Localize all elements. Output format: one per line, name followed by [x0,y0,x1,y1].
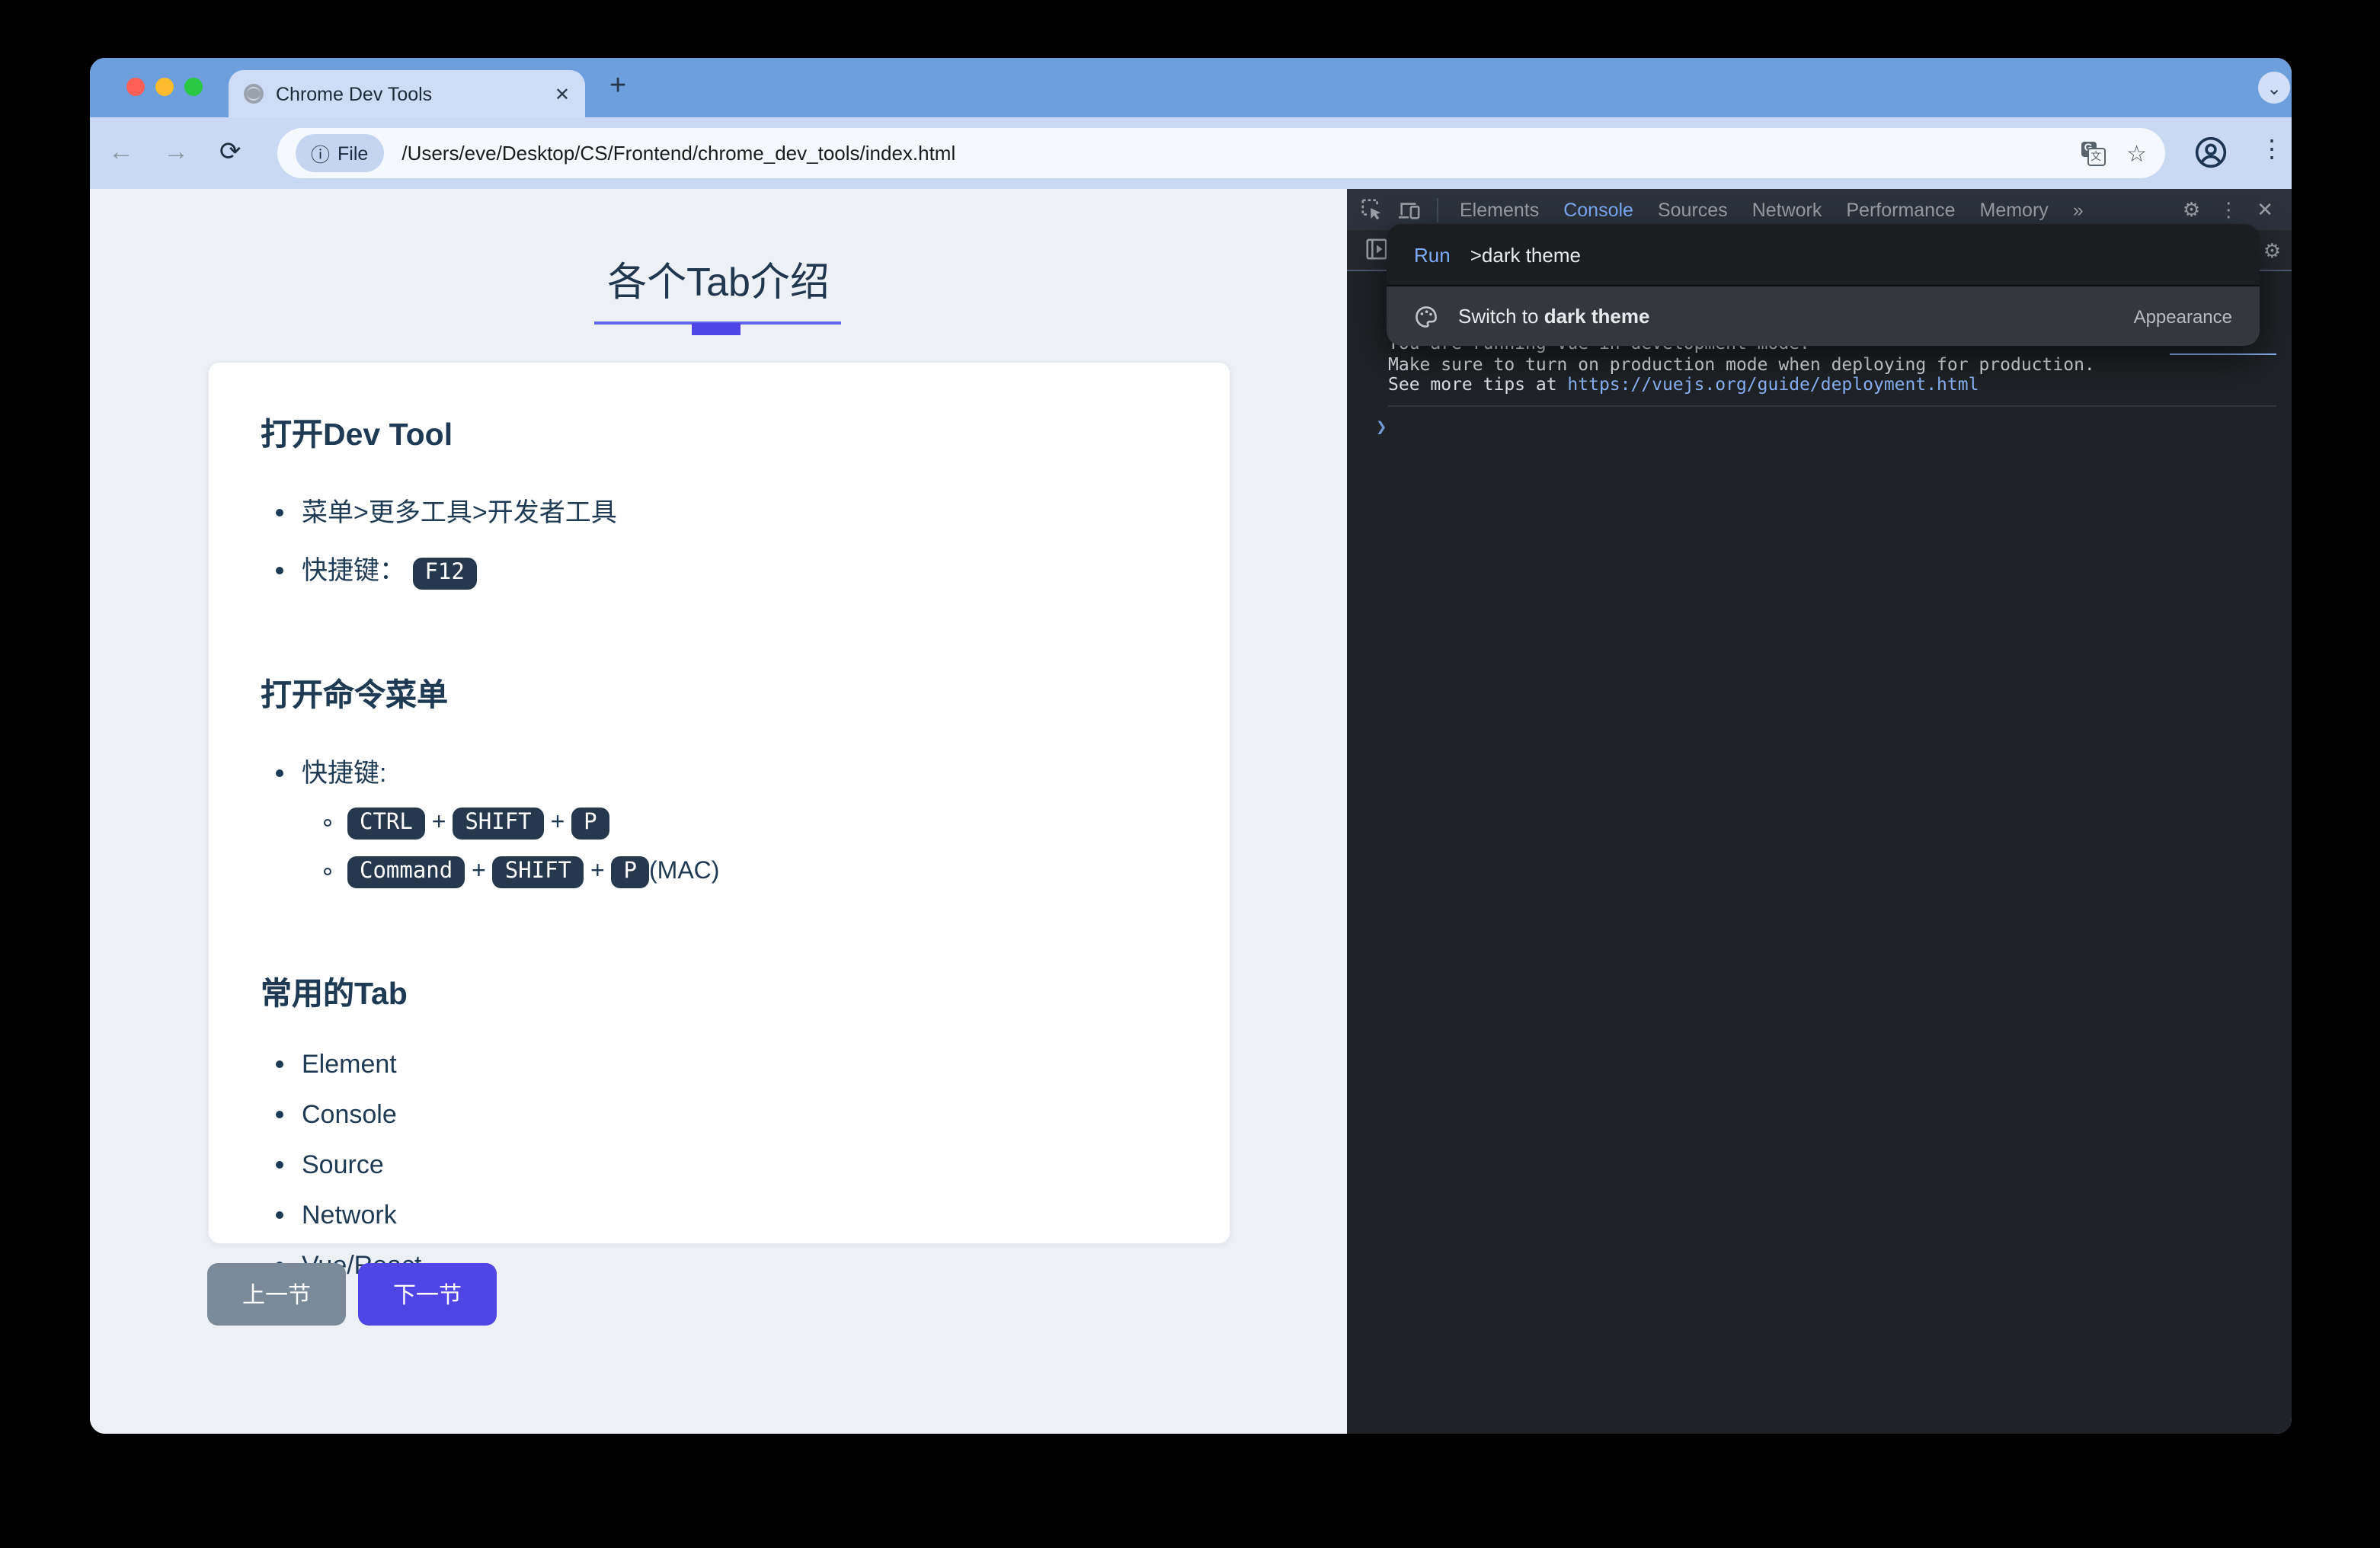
kbd-shift: SHIFT [493,856,584,888]
console-sidebar-toggle-icon[interactable] [1365,238,1388,261]
list-item: 快捷键： F12 [302,549,1178,589]
kbd-command: Command [347,856,465,888]
device-toolbar-icon[interactable] [1397,198,1422,221]
section-heading-open-devtool: 打开Dev Tool [261,408,1178,454]
back-icon[interactable]: ← [108,134,134,171]
command-menu: Run >dark theme Switch to dark [1387,224,2260,346]
tab-console[interactable]: Console [1551,199,1646,220]
section-heading-command-menu: 打开命令菜单 [261,668,1178,714]
devtools-overflow-menu-icon[interactable]: ⋮ [2218,197,2238,222]
content-card: 打开Dev Tool 菜单>更多工具>开发者工具 快捷键： F12 打开命令菜单… [207,361,1231,1245]
console-settings-gear-icon[interactable]: ⚙ [2263,239,2281,264]
kbd-p: P [612,856,649,888]
more-tabs-icon[interactable]: » [2061,199,2096,220]
traffic-minimize-button[interactable] [155,78,174,96]
command-result-switch-dark-theme[interactable]: Switch to dark theme Appearance [1387,286,2260,346]
console-prompt-icon[interactable]: ❯ [1376,417,2276,437]
reload-icon[interactable]: ⟳ [219,134,242,171]
section-heading-common-tabs: 常用的Tab [261,967,1178,1012]
command-menu-input[interactable]: Run >dark theme [1387,224,2260,286]
site-favicon-globe-icon [244,84,264,104]
command-query-text: >dark theme [1470,243,1581,266]
page-title: 各个Tab介绍 [90,251,1347,308]
bookmark-star-icon[interactable]: ☆ [2126,139,2147,167]
tab-network[interactable]: Network [1740,199,1835,220]
prev-section-button[interactable]: 上一节 [207,1263,346,1326]
kbd-shift: SHIFT [453,807,543,839]
command-mode-label: Run [1414,243,1451,266]
divider [1437,197,1438,222]
tab-performance[interactable]: Performance [1834,199,1967,220]
tab-strip: Chrome Dev Tools ✕ + ⌄ [90,58,2292,117]
shortcut-row-windows: CTRL + SHIFT + P [347,807,1178,839]
deployment-link[interactable]: https://vuejs.org/guide/deployment.html [1567,373,1979,395]
command-result-category: Appearance [2134,305,2232,327]
kbd-f12: F12 [412,557,476,589]
traffic-close-button[interactable] [126,78,145,96]
tab-close-icon[interactable]: ✕ [555,83,570,104]
profile-avatar-icon[interactable] [2194,136,2228,169]
forward-icon[interactable]: → [163,134,189,171]
palette-icon [1414,304,1438,328]
traffic-zoom-button[interactable] [184,78,203,96]
tab-search-chevron-icon[interactable]: ⌄ [2258,72,2290,104]
file-chip-label: File [337,142,368,164]
console-line: See more tips at https://vuejs.org/guide… [1388,375,2276,395]
console-output: You are running Vue in development mode.… [1388,334,2276,437]
kbd-ctrl: CTRL [347,807,425,839]
list-item: Network [302,1200,1178,1230]
devtools-settings-gear-icon[interactable]: ⚙ [2183,197,2200,222]
list-item: 菜单>更多工具>开发者工具 [302,491,1178,529]
list-item: Source [302,1150,1178,1180]
translate-icon[interactable]: G 文 [2081,141,2105,165]
file-scheme-chip[interactable]: ⓘ File [296,134,383,172]
title-underline-accent [692,323,741,335]
devtools-close-icon[interactable]: ✕ [2257,197,2273,222]
rendered-page: 各个Tab介绍 打开Dev Tool 菜单>更多工具>开发者工具 快捷键： F1… [90,189,1347,1434]
tab-memory[interactable]: Memory [1968,199,2061,220]
browser-window: Chrome Dev Tools ✕ + ⌄ ← → ⟳ ⓘ File /Use… [90,58,2292,1434]
list-item: 快捷键: CTRL + SHIFT + P Comm [302,750,1178,888]
browser-menu-icon[interactable]: ⋮ [2260,134,2284,165]
tab-sources[interactable]: Sources [1646,199,1740,220]
devtools-panel: Elements Console Sources Network Perform… [1347,189,2292,1434]
url-text[interactable]: /Users/eve/Desktop/CS/Frontend/chrome_de… [401,142,2068,165]
list-item: Console [302,1099,1178,1130]
next-section-button[interactable]: 下一节 [358,1263,497,1326]
command-result-label: Switch to dark theme [1458,305,1649,328]
tab-title: Chrome Dev Tools [276,83,555,104]
list-item: Element [302,1049,1178,1079]
new-tab-button[interactable]: + [609,72,626,102]
shortcut-row-mac: Command + SHIFT + P(MAC) [347,856,1178,888]
browser-tab[interactable]: Chrome Dev Tools ✕ [229,70,585,117]
console-line: Make sure to turn on production mode whe… [1388,354,2276,375]
info-icon: ⓘ [311,139,330,168]
tab-elements[interactable]: Elements [1448,199,1551,220]
url-bar[interactable]: ⓘ File /Users/eve/Desktop/CS/Frontend/ch… [277,128,2165,178]
kbd-p: P [571,807,609,839]
inspect-element-icon[interactable] [1361,198,1384,221]
browser-toolbar: ← → ⟳ ⓘ File /Users/eve/Desktop/CS/Front… [90,117,2292,189]
